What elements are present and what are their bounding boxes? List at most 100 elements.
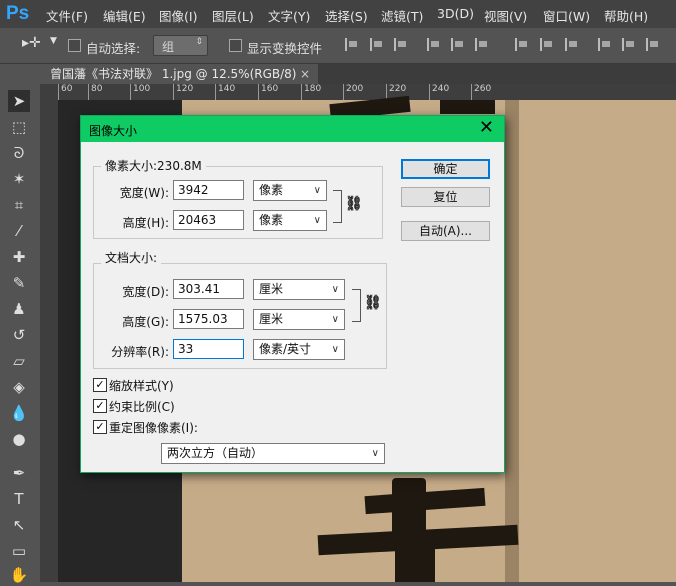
align-hcenter-icon[interactable] (451, 38, 465, 51)
rectangle-tool-icon[interactable]: ▭ (8, 540, 30, 562)
photoshop-logo: Ps (6, 3, 30, 24)
brush-tool-icon[interactable]: ✎ (8, 272, 30, 294)
menu-select[interactable]: 选择(S) (325, 6, 368, 25)
menu-edit[interactable]: 编辑(E) (103, 6, 146, 25)
type-tool-icon[interactable]: T (8, 488, 30, 510)
stamp-tool-icon[interactable]: ♟ (8, 298, 30, 320)
menu-layer[interactable]: 图层(L) (212, 6, 254, 25)
blur-tool-icon[interactable]: 💧 (8, 402, 30, 424)
hand-tool-icon[interactable]: ✋ (8, 564, 30, 586)
doc-width-input[interactable]: 303.41 (173, 279, 244, 299)
menu-help[interactable]: 帮助(H) (604, 6, 648, 25)
pixel-dimensions-label: 像素大小:230.8M (101, 157, 206, 174)
chevron-down-icon: ∨ (331, 344, 339, 355)
menu-file[interactable]: 文件(F) (46, 6, 88, 25)
align-left-icon[interactable] (427, 38, 441, 51)
chevron-down-icon: ∨ (331, 314, 339, 325)
ruler-tick: 240 (429, 84, 449, 100)
auto-select-dropdown[interactable]: 组 ⇕ (153, 35, 208, 56)
close-icon[interactable]: ✕ (479, 117, 494, 138)
move-tool-icon[interactable]: ▸✛ (22, 35, 41, 51)
menu-3d[interactable]: 3D(D) (437, 6, 474, 21)
scale-styles-checkbox[interactable]: ✓ (93, 378, 107, 392)
pixel-height-input[interactable]: 20463 (173, 210, 244, 230)
paper-seam (505, 100, 519, 582)
resolution-label: 分辨率(R): (111, 345, 169, 359)
eyedropper-icon[interactable]: ⁄ (8, 220, 30, 242)
resolution-unit: 像素/英寸 (259, 342, 312, 356)
dialog-titlebar[interactable]: 图像大小 ✕ (81, 116, 504, 142)
chain-link-icon: ⛓ (364, 295, 382, 311)
constrain-proportions-label: 约束比例(C) (109, 400, 175, 414)
pixel-height-unit-select[interactable]: 像素 ∨ (253, 210, 327, 231)
chevron-down-icon: ∨ (331, 284, 339, 295)
ruler-tick: 160 (258, 84, 278, 100)
align-bottom-icon[interactable] (394, 38, 408, 51)
distribute-bottom-icon[interactable] (565, 38, 579, 51)
pixel-width-input[interactable]: 3942 (173, 180, 244, 200)
align-vcenter-icon[interactable] (370, 38, 384, 51)
ruler-tick: 120 (173, 84, 193, 100)
menu-image[interactable]: 图像(I) (159, 6, 197, 25)
close-icon[interactable]: × (300, 64, 310, 84)
image-size-dialog: 图像大小 ✕ 像素大小:230.8M 宽度(W): 3942 像素 ∨ 高度(H)… (80, 115, 505, 473)
pen-tool-icon[interactable]: ✒ (8, 462, 30, 484)
dodge-tool-icon[interactable]: ● (8, 428, 30, 450)
ok-button[interactable]: 确定 (401, 159, 490, 179)
chevron-down-icon[interactable]: ▼ (50, 36, 57, 46)
resample-checkbox[interactable]: ✓ (93, 420, 107, 434)
auto-button[interactable]: 自动(A)... (401, 221, 490, 241)
resolution-unit-select[interactable]: 像素/英寸 ∨ (253, 339, 345, 360)
pixel-height-label: 高度(H): (122, 216, 169, 230)
marquee-tool-icon[interactable]: ⬚ (8, 116, 30, 138)
reset-button[interactable]: 复位 (401, 187, 490, 207)
resample-method-select[interactable]: 两次立方（自动） ∨ (161, 443, 385, 464)
horizontal-ruler: 60 80 100 120 140 160 180 200 220 240 26… (58, 84, 676, 100)
show-transform-checkbox[interactable] (229, 39, 242, 52)
menu-window[interactable]: 窗口(W) (543, 6, 590, 25)
doc-height-input[interactable]: 1575.03 (173, 309, 244, 329)
distribute-right-icon[interactable] (646, 38, 660, 51)
paint-bucket-icon[interactable]: ◈ (8, 376, 30, 398)
show-transform-label: 显示变换控件 (247, 41, 323, 56)
options-bar: ▸✛ ▼ 自动选择: 组 ⇕ 显示变换控件 (0, 28, 676, 64)
ruler-tick: 180 (301, 84, 321, 100)
doc-width-unit-select[interactable]: 厘米 ∨ (253, 279, 345, 300)
healing-brush-icon[interactable]: ✚ (8, 246, 30, 268)
history-brush-icon[interactable]: ↺ (8, 324, 30, 346)
auto-select-checkbox[interactable] (68, 39, 81, 52)
menu-type[interactable]: 文字(Y) (268, 6, 310, 25)
align-top-icon[interactable] (345, 38, 359, 51)
doc-height-unit-select[interactable]: 厘米 ∨ (253, 309, 345, 330)
pixel-width-unit-select[interactable]: 像素 ∨ (253, 180, 327, 201)
distribute-top-icon[interactable] (515, 38, 529, 51)
document-tab-bar: 曾国藩《书法对联》 1.jpg @ 12.5%(RGB/8) × (40, 64, 676, 84)
magic-wand-icon[interactable]: ✶ (8, 168, 30, 190)
eraser-tool-icon[interactable]: ▱ (8, 350, 30, 372)
scale-styles-label: 缩放样式(Y) (109, 379, 174, 393)
distribute-hcenter-icon[interactable] (622, 38, 636, 51)
doc-height-label: 高度(G): (122, 315, 169, 329)
document-tab[interactable]: 曾国藩《书法对联》 1.jpg @ 12.5%(RGB/8) × (40, 64, 318, 84)
distribute-left-icon[interactable] (598, 38, 612, 51)
ink-stroke (395, 548, 435, 582)
lasso-tool-icon[interactable]: ᘐ (8, 142, 30, 164)
chain-link-icon: ⛓ (345, 196, 363, 212)
vertical-ruler (40, 100, 58, 582)
ruler-tick: 80 (88, 84, 102, 100)
chevron-down-icon: ∨ (313, 215, 321, 226)
path-select-icon[interactable]: ↖ (8, 514, 30, 536)
pixel-width-label: 宽度(W): (119, 186, 169, 200)
resolution-input[interactable]: 33 (173, 339, 244, 359)
menu-filter[interactable]: 滤镜(T) (381, 6, 423, 25)
auto-select-value: 组 (162, 40, 175, 54)
constrain-proportions-checkbox[interactable]: ✓ (93, 399, 107, 413)
crop-tool-icon[interactable]: ⌗ (8, 194, 30, 216)
ruler-tick: 60 (58, 84, 72, 100)
menu-bar: Ps 文件(F) 编辑(E) 图像(I) 图层(L) 文字(Y) 选择(S) 滤… (0, 0, 676, 28)
align-right-icon[interactable] (475, 38, 489, 51)
menu-view[interactable]: 视图(V) (484, 6, 527, 25)
move-tool-icon[interactable]: ➤ (8, 90, 30, 112)
distribute-vcenter-icon[interactable] (540, 38, 554, 51)
doc-link-bracket (352, 289, 361, 322)
